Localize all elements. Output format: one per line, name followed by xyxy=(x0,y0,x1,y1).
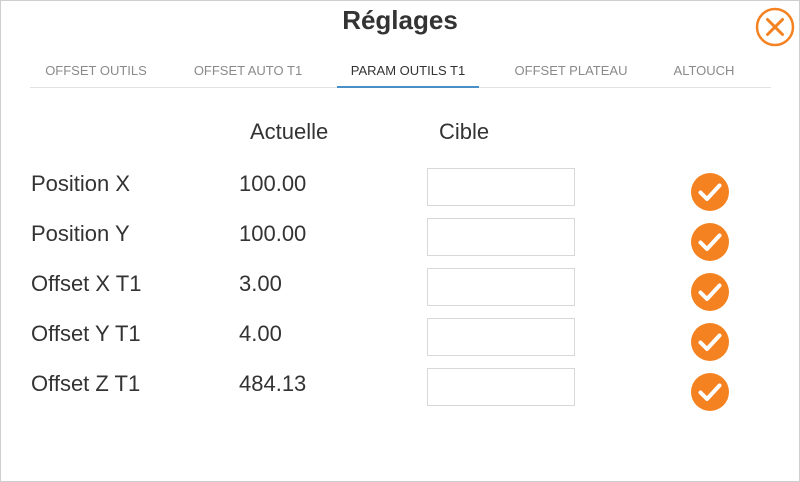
tab-altouch[interactable]: ALTOUCH xyxy=(660,55,748,86)
target-input-position-y[interactable] xyxy=(427,218,575,256)
tab-offset-plateau[interactable]: OFFSET PLATEAU xyxy=(500,55,642,86)
row-current-offset-y-t1: 4.00 xyxy=(239,321,282,346)
row-current-position-y: 100.00 xyxy=(239,221,307,246)
confirm-button-offset-z-t1[interactable] xyxy=(690,372,730,412)
column-header-current: Actuelle xyxy=(250,119,329,144)
row-label-offset-y-t1: Offset Y T1 xyxy=(31,321,141,346)
confirm-button-position-y[interactable] xyxy=(690,222,730,262)
row-current-offset-x-t1: 3.00 xyxy=(239,271,282,296)
target-input-offset-z-t1[interactable] xyxy=(427,368,575,406)
target-input-position-x[interactable] xyxy=(427,168,575,206)
check-circle-icon xyxy=(691,223,729,261)
row-label-position-y: Position Y xyxy=(31,221,130,246)
row-label-offset-x-t1: Offset X T1 xyxy=(31,271,142,296)
check-circle-icon xyxy=(691,273,729,311)
check-circle-icon xyxy=(691,173,729,211)
settings-dialog: Réglages OFFSET OUTILS OFFSET AUTO T1 PA… xyxy=(0,0,800,482)
row-label-position-x: Position X xyxy=(31,171,131,196)
row-current-position-x: 100.00 xyxy=(239,171,307,196)
close-x-circle-icon xyxy=(755,7,795,47)
check-circle-icon xyxy=(691,373,729,411)
tab-offset-auto-t1[interactable]: OFFSET AUTO T1 xyxy=(178,55,318,86)
tab-bar: OFFSET OUTILS OFFSET AUTO T1 PARAM OUTIL… xyxy=(30,55,771,88)
tab-offset-outils[interactable]: OFFSET OUTILS xyxy=(30,55,162,86)
dialog-title: Réglages xyxy=(342,5,458,35)
confirm-button-offset-y-t1[interactable] xyxy=(690,322,730,362)
column-header-target: Cible xyxy=(439,119,490,144)
tab-param-outils-t1[interactable]: PARAM OUTILS T1 xyxy=(337,55,479,88)
target-input-offset-x-t1[interactable] xyxy=(427,268,575,306)
confirm-button-offset-x-t1[interactable] xyxy=(690,272,730,312)
target-input-offset-y-t1[interactable] xyxy=(427,318,575,356)
close-button[interactable] xyxy=(755,7,795,47)
confirm-button-position-x[interactable] xyxy=(690,172,730,212)
check-circle-icon xyxy=(691,323,729,361)
row-current-offset-z-t1: 484.13 xyxy=(239,371,307,396)
row-label-offset-z-t1: Offset Z T1 xyxy=(31,371,141,396)
